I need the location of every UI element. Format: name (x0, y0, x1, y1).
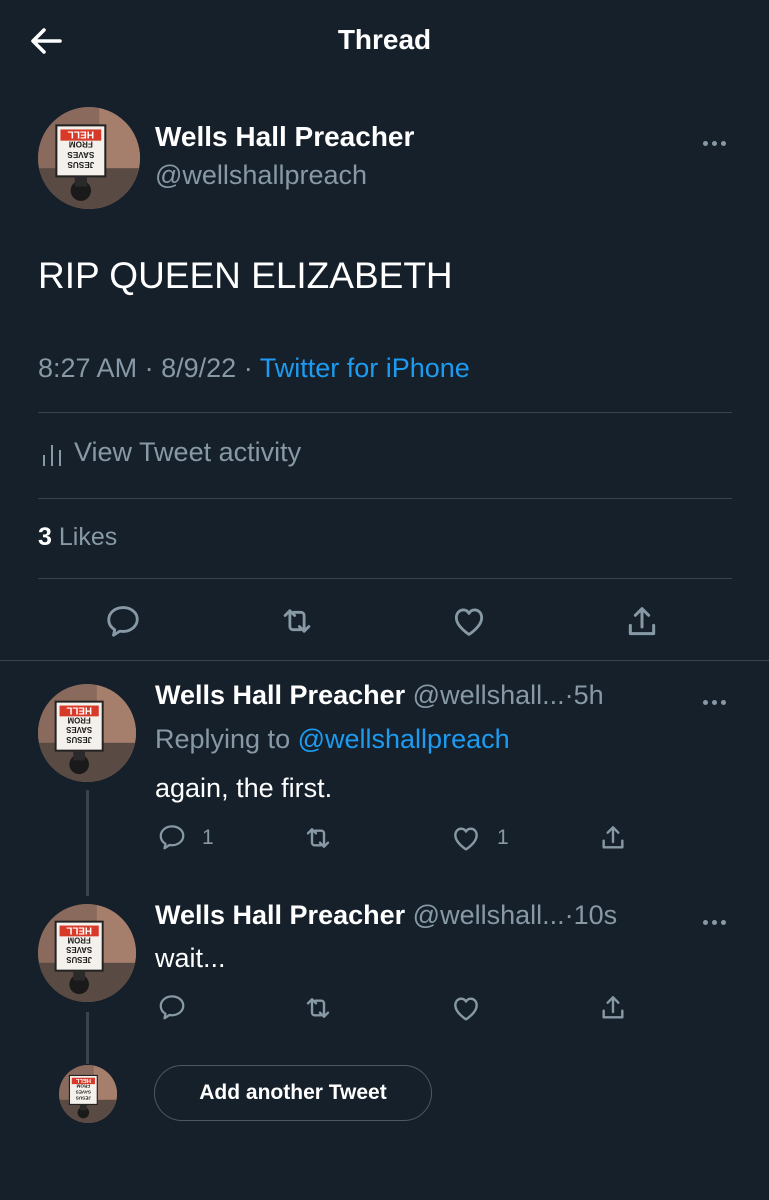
tweet-text: again, the first. (155, 773, 333, 803)
svg-text:FROM: FROM (68, 715, 91, 724)
meta-separator: · (564, 680, 574, 710)
tweet-meta: 8:27 AM · 8/9/22 · Twitter for iPhone (38, 353, 470, 384)
author-name[interactable]: Wells Hall Preacher (155, 121, 414, 153)
svg-text:SAVES: SAVES (76, 1090, 91, 1095)
divider (38, 578, 732, 579)
meta-separator: · (564, 900, 574, 930)
divider (38, 412, 732, 413)
tweet-text: wait... (155, 943, 226, 973)
svg-text:HELL: HELL (66, 925, 92, 936)
svg-text:SAVES: SAVES (66, 945, 92, 954)
svg-text:SAVES: SAVES (67, 150, 95, 159)
author-name[interactable]: Wells Hall Preacher (155, 900, 405, 930)
svg-text:FROM: FROM (69, 140, 93, 149)
sign-text: HELLFROMSAVESJESUS (75, 1077, 91, 1100)
like-icon[interactable] (450, 992, 482, 1024)
retweet-icon[interactable] (302, 822, 334, 854)
avatar[interactable]: HELL FROM SAVES JESUS (38, 684, 136, 782)
share-icon[interactable] (597, 822, 629, 854)
view-activity-label: View Tweet activity (74, 437, 302, 467)
author-handle[interactable]: @wellshallpreach (155, 160, 367, 191)
replying-to: Replying to @wellshallpreach (155, 724, 510, 755)
divider (38, 498, 732, 499)
sign-text: HELLFROMSAVESJESUS (66, 925, 92, 964)
avatar[interactable]: HELL FROM SAVES JESUS (38, 107, 140, 209)
thread-line (86, 1012, 89, 1064)
meta-separator: · (144, 353, 154, 383)
svg-text:HELL: HELL (66, 705, 92, 716)
reply-icon[interactable] (104, 602, 142, 640)
tweet-source-link[interactable]: Twitter for iPhone (260, 353, 470, 383)
top-bar: Thread (0, 0, 769, 84)
tweet-date: 8/9/22 (161, 353, 237, 383)
view-activity-button[interactable]: View Tweet activity (38, 434, 378, 474)
svg-text:HELL: HELL (68, 128, 95, 139)
svg-text:JESUS: JESUS (67, 160, 94, 169)
replying-handle-link[interactable]: @wellshallpreach (298, 724, 510, 754)
page-title: Thread (337, 24, 432, 55)
share-icon[interactable] (597, 992, 629, 1024)
svg-text:FROM: FROM (76, 1084, 90, 1089)
likes-count[interactable]: 3 Likes (38, 523, 117, 552)
more-icon[interactable] (703, 912, 733, 926)
replying-label: Replying to (155, 724, 291, 754)
more-icon[interactable] (703, 692, 733, 706)
add-another-tweet-button[interactable]: Add another Tweet (154, 1065, 432, 1121)
tweet-text: RIP QUEEN ELIZABETH (38, 255, 453, 296)
tweet-time: 5h (573, 680, 604, 710)
reply-count: 1 (202, 826, 214, 849)
like-icon[interactable] (450, 602, 488, 640)
author-handle[interactable]: @wellshall... (413, 680, 565, 710)
like-icon[interactable] (450, 822, 482, 854)
divider (0, 660, 769, 661)
svg-text:JESUS: JESUS (66, 955, 92, 964)
likes-label: Likes (58, 523, 118, 551)
activity-bar-icon (43, 445, 61, 466)
meta-separator: · (243, 353, 253, 383)
author-name[interactable]: Wells Hall Preacher (155, 680, 405, 710)
tweet-time: 8:27 AM (38, 353, 138, 383)
share-icon[interactable] (622, 602, 662, 642)
likes-number: 3 (38, 523, 52, 551)
reply-header: Wells Hall Preacher @wellshall...·10s (155, 900, 617, 931)
retweet-icon[interactable] (302, 992, 334, 1024)
like-count: 1 (497, 826, 509, 849)
svg-text:JESUS: JESUS (76, 1095, 91, 1100)
author-handle[interactable]: @wellshall... (413, 900, 565, 930)
svg-text:FROM: FROM (68, 935, 91, 944)
reply-icon[interactable] (157, 992, 187, 1022)
svg-text:SAVES: SAVES (66, 725, 92, 734)
reply-header: Wells Hall Preacher @wellshall...·5h (155, 680, 604, 711)
avatar[interactable]: HELL FROM SAVES JESUS (59, 1065, 117, 1123)
retweet-icon[interactable] (278, 602, 316, 640)
more-icon[interactable] (703, 133, 733, 147)
tweet-time: 10s (573, 900, 618, 930)
thread-line (86, 790, 89, 896)
reply-icon[interactable] (157, 822, 187, 852)
avatar[interactable]: HELL FROM SAVES JESUS (38, 904, 136, 1002)
sign-text: HELLFROMSAVESJESUS (66, 705, 92, 744)
svg-text:HELL: HELL (75, 1077, 91, 1083)
svg-text:JESUS: JESUS (66, 735, 92, 744)
